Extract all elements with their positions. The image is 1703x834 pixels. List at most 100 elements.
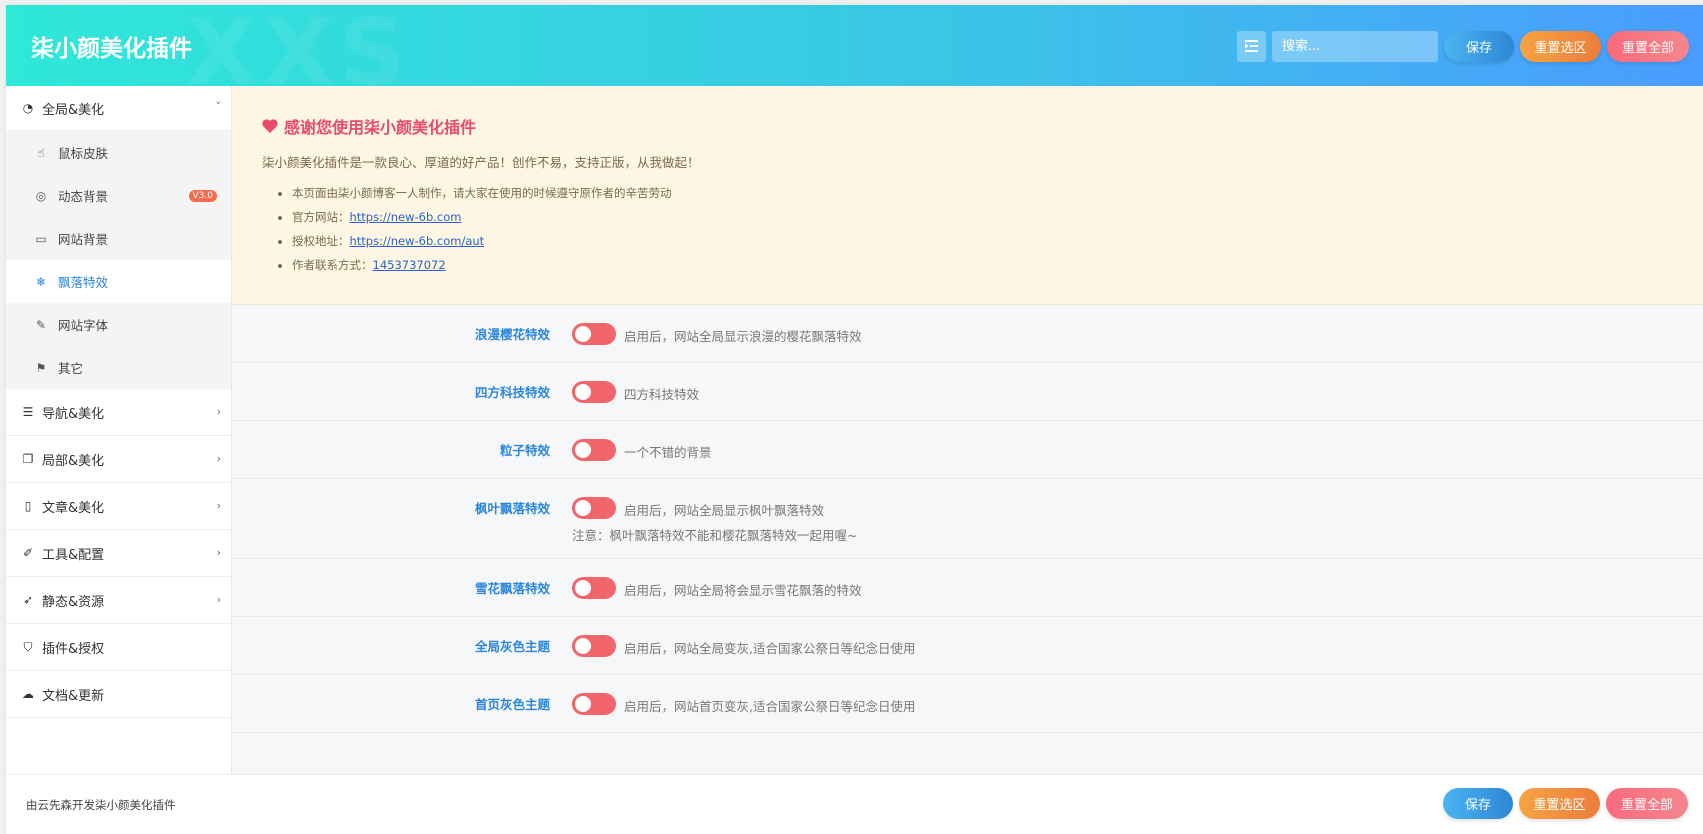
- submenu-item-site-font[interactable]: ✎ 网站字体: [6, 303, 231, 346]
- option-note: 注意：枫叶飘落特效不能和樱花飘落特效一起用喔~: [572, 528, 858, 543]
- hand-pointer-icon: ☝: [37, 145, 45, 160]
- notice-line-auth: 授权地址：https://new-6b.com/aut: [292, 229, 1703, 253]
- header-toolbar: 保存 重置选区 重置全部: [1237, 30, 1689, 62]
- submenu-item-label: 飘落特效: [58, 275, 109, 290]
- sidebar-item-label: 插件&授权: [42, 641, 105, 657]
- option-row-global-gray: 全局灰色主题 启用后，网站全局变灰,适合国家公祭日等纪念日使用: [232, 617, 1703, 675]
- notice-line-site: 官方网站：https://new-6b.com: [292, 205, 1703, 229]
- option-label: 枫叶飘落特效: [474, 501, 550, 516]
- chevron-right-icon: ›: [216, 499, 221, 512]
- copy-icon: ❐: [22, 452, 34, 466]
- submenu-item-falling-effects[interactable]: ❄ 飘落特效: [6, 260, 231, 303]
- sidebar: ◔ 全局&美化 ˅ ☝ 鼠标皮肤 ◎ 动态背景 V3.0 ▭ 网站背景 ❄ 飘落…: [6, 86, 232, 774]
- chevron-right-icon: ›: [216, 452, 221, 465]
- wrench-icon: ✐: [22, 546, 34, 560]
- option-desc: 启用后，网站全局变灰,适合国家公祭日等纪念日使用: [624, 641, 916, 656]
- sidebar-item-label: 工具&配置: [42, 547, 105, 563]
- chevron-right-icon: ›: [216, 546, 221, 559]
- main-panel: 感谢您使用柒小颜美化插件 柒小颜美化插件是一款良心、厚道的好产品！创作不易，支持…: [232, 86, 1703, 774]
- sidebar-item-article[interactable]: ▯ 文章&美化 ›: [6, 483, 231, 530]
- sakura-toggle[interactable]: [572, 323, 616, 345]
- footer-credit: 由云先森开发柒小颜美化插件: [26, 798, 176, 812]
- submenu-item-site-bg[interactable]: ▭ 网站背景: [6, 217, 231, 260]
- sidebar-item-label: 文档&更新: [42, 688, 105, 704]
- footer-reset-section-button[interactable]: 重置选区: [1519, 788, 1600, 819]
- notice-line-contact: 作者联系方式：1453737072: [292, 253, 1703, 277]
- contact-label: 作者联系方式：: [292, 258, 373, 272]
- sidebar-item-nav[interactable]: ☰ 导航&美化 ›: [6, 389, 231, 436]
- auth-label: 授权地址：: [292, 234, 350, 248]
- snow-toggle[interactable]: [572, 577, 616, 599]
- option-desc: 启用后，网站首页变灰,适合国家公祭日等纪念日使用: [624, 699, 916, 714]
- map-icon: ▯: [24, 499, 32, 513]
- option-row-particle: 粒子特效 一个不错的背景: [232, 421, 1703, 479]
- gitlab-icon: ⛉: [23, 639, 33, 654]
- snowflake-icon: ❄: [35, 274, 47, 289]
- option-label: 浪漫樱花特效: [474, 327, 550, 342]
- auth-link[interactable]: https://new-6b.com/aut: [350, 234, 485, 248]
- footer-reset-all-button[interactable]: 重置全部: [1606, 788, 1688, 819]
- submenu-item-other[interactable]: ⚑ 其它: [6, 346, 231, 389]
- settings-frame: XXS 柒小颜美化插件 保存 重置选区 重置全部 ◔ 全局&美化 ˅ ☝ 鼠标皮…: [6, 5, 1703, 834]
- submenu-item-label: 网站字体: [58, 318, 109, 333]
- submenu-item-label: 动态背景: [58, 189, 109, 204]
- expand-menu-button[interactable]: [1237, 30, 1266, 62]
- option-row-sakura: 浪漫樱花特效 启用后，网站全局显示浪漫的樱花飘落特效: [232, 305, 1703, 363]
- sidebar-item-label: 局部&美化: [42, 453, 105, 469]
- maple-toggle[interactable]: [572, 497, 616, 519]
- header-bar: XXS 柒小颜美化插件 保存 重置选区 重置全部: [6, 5, 1703, 86]
- sidebar-item-docs[interactable]: ☁ 文档&更新: [6, 671, 231, 718]
- option-row-maple: 枫叶飘落特效 启用后，网站全局显示枫叶飘落特效 注意：枫叶飘落特效不能和樱花飘落…: [232, 479, 1703, 559]
- official-site-link[interactable]: https://new-6b.com: [350, 210, 462, 224]
- indent-icon: [1245, 40, 1258, 52]
- option-row-snow: 雪花飘落特效 启用后，网站全局将会显示雪花飘落的特效: [232, 559, 1703, 617]
- chevron-right-icon: ›: [216, 593, 221, 606]
- home-gray-toggle[interactable]: [572, 693, 616, 715]
- sidebar-item-label: 静态&资源: [42, 594, 105, 610]
- reset-section-button[interactable]: 重置选区: [1520, 30, 1601, 62]
- cloud-download-icon: ☁: [22, 687, 34, 701]
- desktop-icon: ▭: [35, 231, 47, 246]
- contact-link[interactable]: 1453737072: [373, 258, 446, 272]
- notice-line-author: 本页面由柒小颜博客一人制作，请大家在使用的时候遵守原作者的辛苦劳动: [292, 181, 1703, 205]
- option-label: 粒子特效: [499, 443, 550, 458]
- option-label: 雪花飘落特效: [474, 581, 550, 596]
- option-desc: 启用后，网站全局将会显示雪花飘落的特效: [624, 583, 862, 598]
- option-desc: 启用后，网站全局显示枫叶飘落特效: [624, 503, 825, 518]
- dashboard-icon: ◔: [22, 101, 34, 115]
- sidebar-item-plugin[interactable]: ⛉ 插件&授权: [6, 624, 231, 671]
- option-desc: 一个不错的背景: [624, 445, 712, 460]
- footer-save-button[interactable]: 保存: [1443, 788, 1513, 819]
- sidebar-item-label: 全局&美化: [42, 102, 105, 118]
- sidebar-item-label: 导航&美化: [42, 406, 105, 422]
- sidebar-item-label: 文章&美化: [42, 500, 105, 516]
- save-button[interactable]: 保存: [1444, 30, 1514, 62]
- chevron-down-icon: ˅: [215, 100, 222, 113]
- search-input[interactable]: [1272, 30, 1438, 62]
- footer-toolbar: 保存 重置选区 重置全部: [1443, 788, 1688, 819]
- brand-title: 柒小颜美化插件: [31, 36, 192, 62]
- submenu-item-label: 网站背景: [58, 232, 109, 247]
- option-row-tech: 四方科技特效 四方科技特效: [232, 363, 1703, 421]
- sidebar-item-static[interactable]: ➶ 静态&资源 ›: [6, 577, 231, 624]
- sidebar-item-tools[interactable]: ✐ 工具&配置 ›: [6, 530, 231, 577]
- chevron-right-icon: ›: [216, 405, 221, 418]
- global-gray-toggle[interactable]: [572, 635, 616, 657]
- reset-all-button[interactable]: 重置全部: [1607, 30, 1689, 62]
- tech-toggle[interactable]: [572, 381, 616, 403]
- notice-title: 感谢您使用柒小颜美化插件: [262, 114, 1703, 138]
- thank-you-notice: 感谢您使用柒小颜美化插件 柒小颜美化插件是一款良心、厚道的好产品！创作不易，支持…: [232, 86, 1703, 305]
- submenu-item-cursor-skin[interactable]: ☝ 鼠标皮肤: [6, 131, 231, 174]
- option-label: 四方科技特效: [474, 385, 550, 400]
- notice-intro: 柒小颜美化插件是一款良心、厚道的好产品！创作不易，支持正版，从我做起！: [262, 155, 700, 170]
- version-badge: V3.0: [188, 190, 217, 202]
- particle-toggle[interactable]: [572, 439, 616, 461]
- sidebar-item-global[interactable]: ◔ 全局&美化 ˅: [6, 86, 231, 131]
- submenu-item-dynamic-bg[interactable]: ◎ 动态背景 V3.0: [6, 174, 231, 217]
- rocket-icon: ➶: [22, 593, 34, 607]
- option-row-home-gray: 首页灰色主题 启用后，网站首页变灰,适合国家公祭日等纪念日使用: [232, 675, 1703, 733]
- header-watermark: XXS: [186, 5, 413, 86]
- life-ring-icon: ◎: [35, 188, 47, 203]
- sidebar-item-partial[interactable]: ❐ 局部&美化 ›: [6, 436, 231, 483]
- heart-icon: [262, 119, 278, 133]
